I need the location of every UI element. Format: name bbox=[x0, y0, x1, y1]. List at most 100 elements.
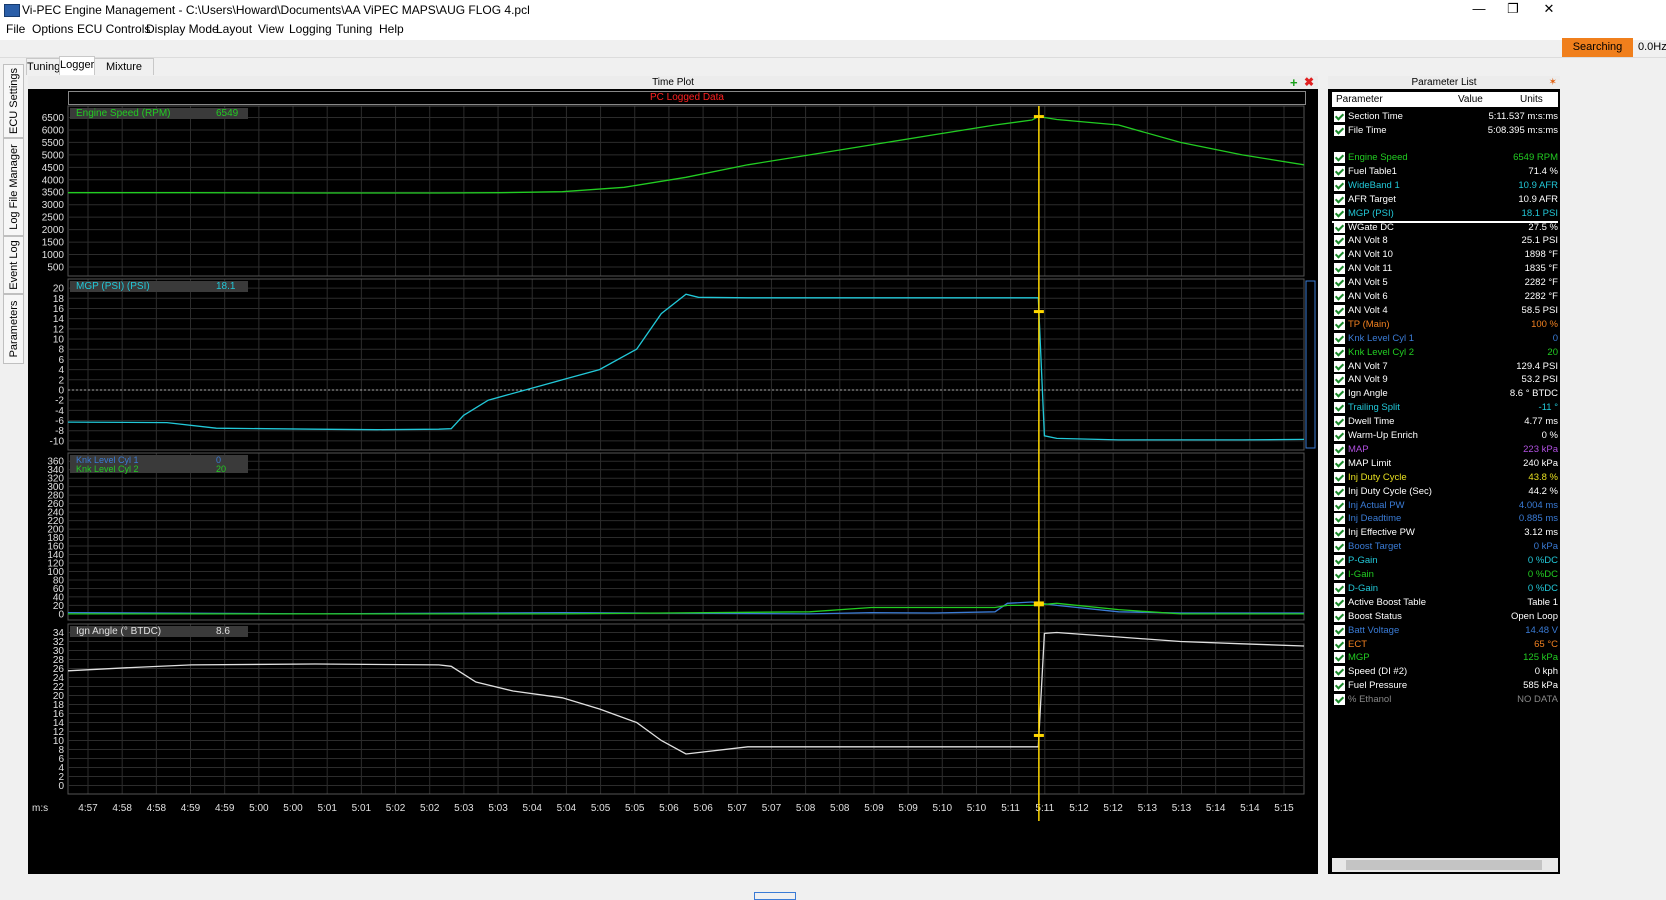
param-row[interactable]: ECT 65 °C bbox=[1332, 638, 1558, 651]
menu-options[interactable]: Options bbox=[32, 22, 73, 36]
param-checkbox[interactable] bbox=[1334, 416, 1345, 428]
param-row[interactable]: Warm-Up Enrich 0 % bbox=[1332, 429, 1558, 442]
param-checkbox[interactable] bbox=[1334, 374, 1345, 386]
menu-view[interactable]: View bbox=[258, 22, 284, 36]
time-plot-canvas[interactable]: 4:57 4:58 4:58 4:59 4:59 5:00 5:00 5:01 5:01 5:02… bbox=[28, 76, 1318, 874]
param-checkbox[interactable] bbox=[1334, 304, 1345, 316]
param-row[interactable]: Fuel Pressure 585 kPa bbox=[1332, 679, 1558, 692]
param-checkbox[interactable] bbox=[1334, 332, 1345, 344]
param-checkbox[interactable] bbox=[1334, 541, 1345, 553]
param-checkbox[interactable] bbox=[1334, 513, 1345, 525]
param-checkbox[interactable] bbox=[1334, 666, 1345, 678]
side-tab-ecu-settings[interactable]: ECU Settings bbox=[3, 64, 24, 138]
menu-layout[interactable]: Layout bbox=[216, 22, 252, 36]
param-checkbox[interactable] bbox=[1334, 499, 1345, 511]
header-parameter[interactable]: Parameter bbox=[1336, 92, 1383, 107]
param-row[interactable]: MGP (PSI) 18.1 PSI bbox=[1332, 207, 1558, 220]
param-row[interactable]: Ign Angle 8.6 ° BTDC bbox=[1332, 387, 1558, 400]
close-plot-icon[interactable]: ✖ bbox=[1304, 76, 1314, 89]
tab-logger[interactable]: Logger bbox=[59, 56, 95, 75]
param-row[interactable]: Inj Duty Cycle (Sec) 44.2 % bbox=[1332, 485, 1558, 498]
param-row[interactable]: AN Volt 11 1835 °F bbox=[1332, 262, 1558, 275]
param-row[interactable]: Boost Target 0 kPa bbox=[1332, 540, 1558, 553]
param-row[interactable]: % Ethanol NO DATA bbox=[1332, 693, 1558, 706]
param-checkbox[interactable] bbox=[1334, 277, 1345, 289]
param-checkbox[interactable] bbox=[1334, 485, 1345, 497]
param-row[interactable]: Inj Actual PW 4.004 ms bbox=[1332, 499, 1558, 512]
param-checkbox[interactable] bbox=[1334, 596, 1345, 608]
param-row-time[interactable]: Section Time 5:11.537 m:s:ms bbox=[1332, 110, 1558, 123]
param-checkbox[interactable] bbox=[1334, 680, 1345, 692]
param-checkbox[interactable] bbox=[1334, 694, 1345, 706]
param-row[interactable]: AN Volt 7 129.4 PSI bbox=[1332, 360, 1558, 373]
param-checkbox[interactable] bbox=[1334, 624, 1345, 636]
param-row[interactable]: AN Volt 5 2282 °F bbox=[1332, 276, 1558, 289]
param-row[interactable]: AN Volt 9 53.2 PSI bbox=[1332, 373, 1558, 386]
header-units[interactable]: Units bbox=[1520, 92, 1543, 107]
param-checkbox[interactable] bbox=[1334, 610, 1345, 622]
param-checkbox[interactable] bbox=[1334, 569, 1345, 580]
connection-status[interactable]: Searching bbox=[1562, 38, 1633, 57]
param-row[interactable]: MAP 223 kPa bbox=[1332, 443, 1558, 456]
param-row[interactable]: AFR Target 10.9 AFR bbox=[1332, 193, 1558, 206]
param-row[interactable]: Active Boost Table Table 1 bbox=[1332, 596, 1558, 609]
param-checkbox[interactable] bbox=[1334, 582, 1345, 594]
pin-icon[interactable]: ✶ bbox=[1549, 76, 1557, 89]
param-row[interactable]: Batt Voltage 14.48 V bbox=[1332, 624, 1558, 637]
param-row[interactable]: MGP 125 kPa bbox=[1332, 651, 1558, 664]
menu-logging[interactable]: Logging bbox=[289, 22, 332, 36]
param-checkbox[interactable] bbox=[1334, 263, 1345, 275]
param-checkbox[interactable] bbox=[1334, 179, 1345, 191]
param-row[interactable]: AN Volt 8 25.1 PSI bbox=[1332, 234, 1558, 247]
param-checkbox[interactable] bbox=[1334, 652, 1345, 664]
tab-tuning[interactable]: Tuning bbox=[26, 58, 60, 75]
param-checkbox[interactable] bbox=[1334, 318, 1345, 330]
param-checkbox[interactable] bbox=[1334, 221, 1345, 233]
param-checkbox[interactable] bbox=[1334, 638, 1345, 650]
param-row[interactable]: Inj Effective PW 3.12 ms bbox=[1332, 526, 1558, 539]
param-row[interactable]: Inj Deadtime 0.885 ms bbox=[1332, 512, 1558, 525]
header-value[interactable]: Value bbox=[1458, 92, 1483, 107]
param-checkbox[interactable] bbox=[1334, 291, 1345, 302]
param-row[interactable]: AN Volt 10 1898 °F bbox=[1332, 248, 1558, 261]
param-row[interactable]: Knk Level Cyl 1 0 bbox=[1332, 332, 1558, 345]
param-checkbox[interactable] bbox=[1334, 443, 1345, 455]
param-row[interactable]: MAP Limit 240 kPa bbox=[1332, 457, 1558, 470]
param-checkbox[interactable] bbox=[1334, 555, 1345, 567]
tab-mixture-map[interactable]: Mixture Map bbox=[94, 58, 154, 89]
param-row-time[interactable]: File Time 5:08.395 m:s:ms bbox=[1332, 124, 1558, 137]
param-checkbox[interactable] bbox=[1334, 471, 1345, 483]
param-row[interactable]: P-Gain 0 %DC bbox=[1332, 554, 1558, 567]
param-row[interactable]: Boost Status Open Loop bbox=[1332, 610, 1558, 623]
menu-ecu-controls[interactable]: ECU Controls bbox=[77, 22, 150, 36]
param-checkbox[interactable] bbox=[1334, 152, 1345, 163]
param-row[interactable]: Speed (DI #2) 0 kph bbox=[1332, 665, 1558, 678]
param-row[interactable]: WideBand 1 10.9 AFR bbox=[1332, 179, 1558, 192]
param-checkbox[interactable] bbox=[1334, 235, 1345, 247]
side-tab-log-file-manager[interactable]: Log File Manager bbox=[3, 138, 24, 236]
parameter-scroll-thumb[interactable] bbox=[1346, 860, 1542, 870]
param-row[interactable]: Fuel Table1 71.4 % bbox=[1332, 165, 1558, 178]
param-checkbox[interactable] bbox=[1334, 346, 1345, 358]
param-checkbox[interactable] bbox=[1334, 402, 1345, 414]
param-row[interactable]: Engine Speed 6549 RPM bbox=[1332, 151, 1558, 164]
side-tab-parameters[interactable]: Parameters bbox=[3, 294, 24, 364]
param-checkbox[interactable] bbox=[1334, 125, 1345, 136]
menu-tuning[interactable]: Tuning bbox=[336, 22, 372, 36]
param-checkbox[interactable] bbox=[1334, 111, 1345, 122]
menu-display-mode[interactable]: Display Mode bbox=[146, 22, 219, 36]
param-row[interactable]: AN Volt 6 2282 °F bbox=[1332, 290, 1558, 303]
param-checkbox[interactable] bbox=[1334, 207, 1345, 219]
param-row[interactable]: Inj Duty Cycle 43.8 % bbox=[1332, 471, 1558, 484]
parameter-scrollbar[interactable] bbox=[1332, 858, 1558, 872]
param-checkbox[interactable] bbox=[1334, 165, 1345, 177]
param-checkbox[interactable] bbox=[1334, 527, 1345, 539]
time-scroll-thumb[interactable] bbox=[754, 892, 796, 900]
close-button[interactable]: ✕ bbox=[1526, 0, 1572, 20]
param-checkbox[interactable] bbox=[1334, 457, 1345, 469]
param-row[interactable]: TP (Main) 100 % bbox=[1332, 318, 1558, 331]
param-row[interactable]: Dwell Time 4.77 ms bbox=[1332, 415, 1558, 428]
param-row[interactable]: Trailing Split -11 ° bbox=[1332, 401, 1558, 414]
param-row[interactable]: Knk Level Cyl 2 20 bbox=[1332, 346, 1558, 359]
param-checkbox[interactable] bbox=[1334, 360, 1345, 372]
